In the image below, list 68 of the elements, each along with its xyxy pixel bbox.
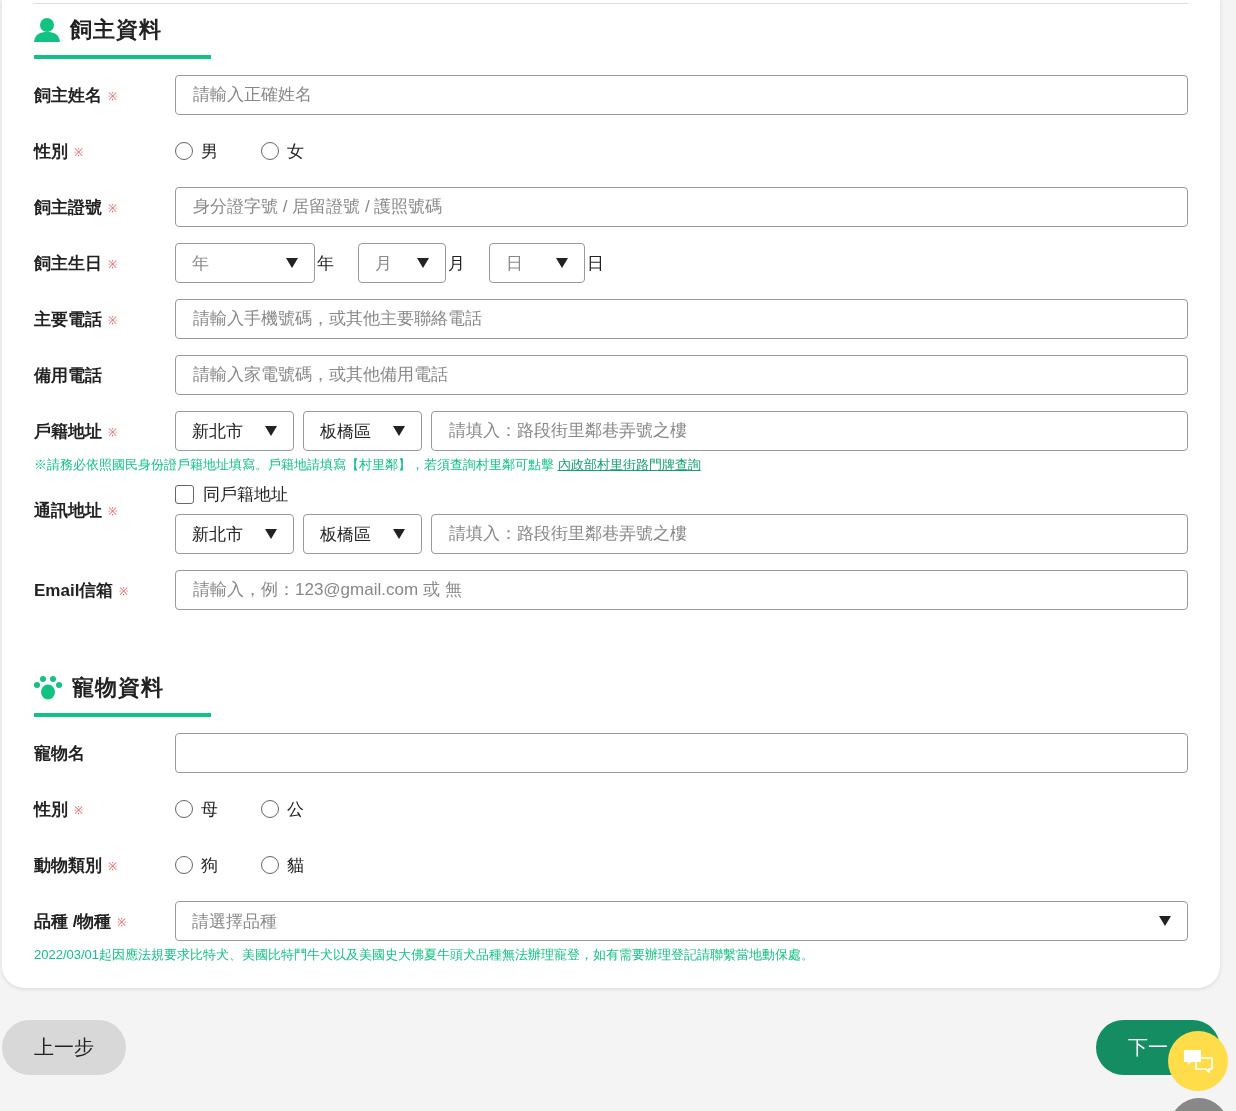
required-mark: ※ (119, 583, 129, 598)
address-field[interactable]: 請填入：路段街里鄰巷弄號之樓 (431, 514, 1188, 554)
text-field[interactable]: 請輸入手機號碼，或其他主要聯絡電話 (175, 299, 1188, 339)
field-label: 性別 (34, 798, 68, 821)
radio-option[interactable]: 公 (261, 797, 347, 821)
field-label: 飼主證號 (34, 196, 102, 219)
radio-option[interactable]: 女 (261, 139, 347, 163)
caret-icon (556, 258, 568, 268)
required-mark: ※ (108, 88, 117, 103)
required-mark: ※ (108, 503, 117, 518)
field-label: 動物類別 (34, 854, 102, 877)
text-field[interactable]: 請輸入家電號碼，或其他備用電話 (175, 355, 1188, 395)
field-label: 寵物名 (34, 742, 85, 765)
chat-icon (1183, 1049, 1213, 1073)
field-label: 備用電話 (34, 364, 102, 387)
caret-icon (417, 258, 429, 268)
dropdown[interactable]: 板橋區 (303, 411, 422, 451)
caret-icon (265, 426, 277, 436)
required-mark: ※ (108, 424, 117, 439)
note-text: ※請務必依照國民身份證戶籍地址填寫。戶籍地請填寫【村里鄰】，若須查詢村里鄰可點擊 內政部村里街路門牌查詢 (34, 456, 702, 474)
field-label: 性別 (34, 140, 68, 163)
caret-icon (286, 258, 298, 268)
text-field[interactable]: 身分證字號 / 居留證號 / 護照號碼 (175, 187, 1188, 227)
note-text: 2022/03/01起因應法規要求比特犬、美國比特鬥牛犬以及美國史大佛夏牛頭犬品種無法辦理寵登，如有需要辦理登記請聯繫當地動保處。 (34, 946, 816, 964)
same-address-checkbox[interactable]: 同戶籍地址 (175, 482, 1188, 506)
radio-option[interactable]: 母 (175, 797, 261, 821)
required-mark: ※ (108, 858, 117, 873)
radio-option[interactable]: 狗 (175, 853, 261, 877)
required-mark: ※ (108, 312, 117, 327)
unit-label: 年 (317, 252, 334, 275)
field-label: 通訊地址 (34, 499, 102, 522)
caret-icon (393, 426, 405, 436)
paw-icon (34, 676, 62, 700)
dropdown[interactable]: 板橋區 (303, 514, 422, 554)
caret-icon (1159, 916, 1171, 926)
radio-option[interactable]: 貓 (261, 853, 347, 877)
dropdown[interactable]: 新北市 (175, 411, 294, 451)
unit-label: 日 (587, 252, 604, 275)
dropdown[interactable]: 新北市 (175, 514, 294, 554)
required-mark: ※ (108, 256, 117, 271)
dropdown[interactable]: 日 (489, 243, 585, 283)
chat-button[interactable] (1168, 1031, 1228, 1091)
field-label: 飼主生日 (34, 252, 102, 275)
section-title: 寵物資料 (72, 674, 164, 702)
lookup-link[interactable]: 內政部村里街路門牌查詢 (557, 457, 701, 472)
unit-label: 月 (448, 252, 465, 275)
section-title: 飼主資料 (70, 16, 162, 44)
address-field[interactable]: 請填入：路段街里鄰巷弄號之樓 (431, 411, 1188, 451)
required-mark: ※ (74, 144, 83, 159)
text-field[interactable]: 請輸入，例：123@gmail.com 或 無 (175, 570, 1188, 610)
dropdown[interactable]: 月 (358, 243, 446, 283)
back-button[interactable]: 上一步 (2, 1020, 126, 1075)
required-mark: ※ (117, 914, 127, 929)
field-label: 戶籍地址 (34, 420, 102, 443)
text-field[interactable] (175, 733, 1188, 773)
required-mark: ※ (108, 200, 117, 215)
field-label: 品種 /物種 (34, 910, 112, 933)
radio-option[interactable]: 男 (175, 139, 261, 163)
required-mark: ※ (74, 802, 83, 817)
dropdown[interactable]: 請選擇品種 (175, 901, 1188, 941)
dropdown[interactable]: 年 (175, 243, 315, 283)
field-label: 飼主姓名 (34, 84, 102, 107)
field-label: 主要電話 (34, 308, 102, 331)
caret-icon (265, 529, 277, 539)
text-field[interactable]: 請輸入正確姓名 (175, 75, 1188, 115)
field-label: Email信箱 (34, 579, 114, 602)
caret-icon (393, 529, 405, 539)
person-icon (34, 18, 60, 42)
